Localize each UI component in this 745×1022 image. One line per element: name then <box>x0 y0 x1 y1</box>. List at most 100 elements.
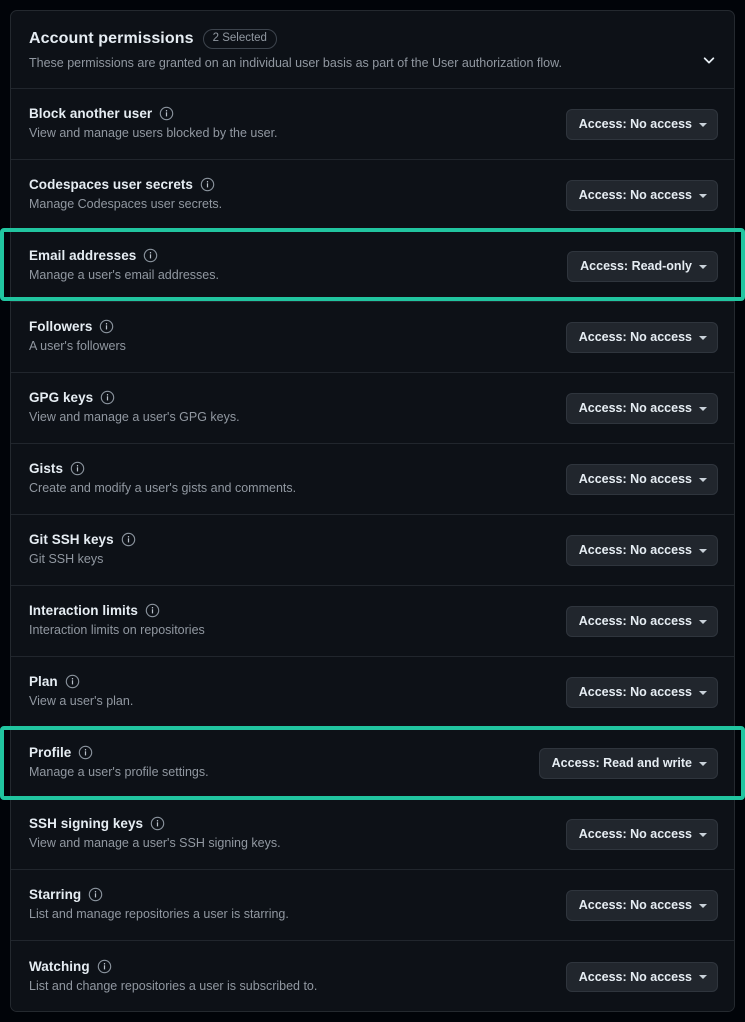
permission-description: Manage a user's profile settings. <box>29 765 209 780</box>
chevron-down-icon <box>699 264 707 269</box>
permission-row: Interaction limits Interaction limits on … <box>11 586 734 658</box>
permission-title-line: Plan <box>29 674 133 689</box>
permission-row: GPG keys View and manage a user's GPG key… <box>11 373 734 445</box>
chevron-down-icon <box>699 122 707 127</box>
status-badge: 2 Selected <box>202 29 277 50</box>
permission-title: Codespaces user secrets <box>29 177 193 193</box>
permission-description: A user's followers <box>29 339 126 354</box>
access-dropdown-button[interactable]: Access: Read-only <box>567 251 718 282</box>
info-icon[interactable] <box>143 248 158 263</box>
info-icon[interactable] <box>100 390 115 405</box>
chevron-down-icon <box>699 406 707 411</box>
screen-root: Account permissions 2 Selected These per… <box>0 0 745 1022</box>
info-icon[interactable] <box>145 603 160 618</box>
access-dropdown-label: Access: No access <box>578 472 692 487</box>
chevron-down-icon <box>699 975 707 980</box>
access-dropdown-label: Access: No access <box>578 827 692 842</box>
permission-description: Create and modify a user's gists and com… <box>29 481 297 496</box>
permission-row: Plan View a user's plan. Access: No access <box>11 657 734 729</box>
permission-row: Gists Create and modify a user's gists an… <box>11 444 734 516</box>
permission-title: Interaction limits <box>29 603 138 619</box>
permission-title-line: Profile <box>29 745 209 760</box>
access-dropdown-button[interactable]: Access: No access <box>565 180 718 211</box>
permission-row-text: SSH signing keys View and manage a user's… <box>29 816 281 853</box>
chevron-down-icon <box>699 761 707 766</box>
permission-title: Watching <box>29 958 90 974</box>
permission-title-line: Email addresses <box>29 248 219 263</box>
access-dropdown-button[interactable]: Access: No access <box>565 961 718 993</box>
permission-row: Git SSH keys Git SSH keys Access: No acces… <box>11 515 734 587</box>
permission-row-text: Starring List and manage repositories a u… <box>29 887 289 924</box>
access-dropdown-label: Access: No access <box>578 898 692 913</box>
permission-description: Git SSH keys <box>29 552 104 567</box>
chevron-down-icon <box>699 619 707 624</box>
access-dropdown-label: Access: No access <box>578 969 692 984</box>
permission-row-text: Followers A user's followers <box>29 319 126 356</box>
permission-row-text: Watching List and change repositories a u… <box>29 959 317 996</box>
access-dropdown-button[interactable]: Access: No access <box>565 890 718 921</box>
access-dropdown-button[interactable]: Access: No access <box>565 109 718 140</box>
chevron-down-icon <box>699 690 707 695</box>
permission-row-text: Interaction limits Interaction limits on … <box>29 603 205 640</box>
permission-description: Manage Codespaces user secrets. <box>29 197 223 212</box>
access-dropdown-button[interactable]: Access: No access <box>565 677 718 708</box>
permission-row: SSH signing keys View and manage a user's… <box>11 799 734 871</box>
panel-header: Account permissions 2 Selected These per… <box>11 11 734 90</box>
permission-title-line: SSH signing keys <box>29 816 281 831</box>
access-dropdown-button[interactable]: Access: No access <box>565 393 718 424</box>
info-icon[interactable] <box>159 106 174 121</box>
access-dropdown-button[interactable]: Access: No access <box>565 819 718 850</box>
chevron-down-icon <box>699 903 707 908</box>
permission-title-line: Watching <box>29 959 317 974</box>
permission-row-text: Codespaces user secrets Manage Codespaces… <box>29 177 222 214</box>
chevron-down-icon[interactable] <box>698 49 720 71</box>
info-icon[interactable] <box>78 745 93 760</box>
permission-description: View and manage a user's SSH signing key… <box>29 836 281 851</box>
info-icon[interactable] <box>70 461 85 476</box>
access-dropdown-button[interactable]: Access: No access <box>565 464 718 495</box>
permission-title: GPG keys <box>29 390 94 406</box>
permission-title: Followers <box>29 319 93 335</box>
permission-title-line: Git SSH keys <box>29 532 136 547</box>
permission-description: View and manage users blocked by the use… <box>29 126 278 141</box>
info-icon[interactable] <box>99 319 114 334</box>
permission-title: Block another user <box>29 106 153 122</box>
permission-title: SSH signing keys <box>29 816 144 832</box>
info-icon[interactable] <box>97 959 112 974</box>
chevron-down-icon <box>699 477 707 482</box>
chevron-down-icon <box>699 548 707 553</box>
permission-description: Manage a user's email addresses. <box>29 268 219 283</box>
info-icon[interactable] <box>200 177 215 192</box>
permission-title: Profile <box>29 745 72 761</box>
access-dropdown-button[interactable]: Access: No access <box>565 535 718 566</box>
panel-header-description: These permissions are granted on an indi… <box>29 56 562 71</box>
access-dropdown-button[interactable]: Access: No access <box>565 322 718 353</box>
chevron-down-icon <box>699 193 707 198</box>
info-icon[interactable] <box>121 532 136 547</box>
permission-title: Plan <box>29 674 58 690</box>
access-dropdown-button[interactable]: Access: Read and write <box>538 748 718 779</box>
permission-row: Starring List and manage repositories a u… <box>11 870 734 942</box>
access-dropdown-label: Access: No access <box>578 188 692 203</box>
chevron-down-icon <box>699 832 707 837</box>
permission-title-line: Starring <box>29 887 289 902</box>
permission-row-text: Gists Create and modify a user's gists an… <box>29 461 296 498</box>
permission-row: Block another user View and manage users … <box>11 89 734 161</box>
permission-description: List and manage repositories a user is s… <box>29 907 289 922</box>
permission-title: Starring <box>29 887 82 903</box>
panel-header-title-row: Account permissions 2 Selected <box>29 29 716 50</box>
permission-title-line: GPG keys <box>29 390 240 405</box>
permission-row-text: Plan View a user's plan. <box>29 674 133 711</box>
info-icon[interactable] <box>88 887 103 902</box>
permission-title-line: Followers <box>29 319 126 334</box>
permission-row: Email addresses Manage a user's email add… <box>11 231 734 303</box>
permission-description: Interaction limits on repositories <box>29 623 205 638</box>
permission-row-text: Git SSH keys Git SSH keys <box>29 532 136 569</box>
access-dropdown-label: Access: Read-only <box>580 259 692 274</box>
permission-row: Watching List and change repositories a u… <box>11 941 734 1011</box>
access-dropdown-label: Access: Read and write <box>551 756 692 771</box>
permission-title-line: Interaction limits <box>29 603 205 618</box>
access-dropdown-button[interactable]: Access: No access <box>565 606 718 637</box>
info-icon[interactable] <box>150 816 165 831</box>
info-icon[interactable] <box>65 674 80 689</box>
